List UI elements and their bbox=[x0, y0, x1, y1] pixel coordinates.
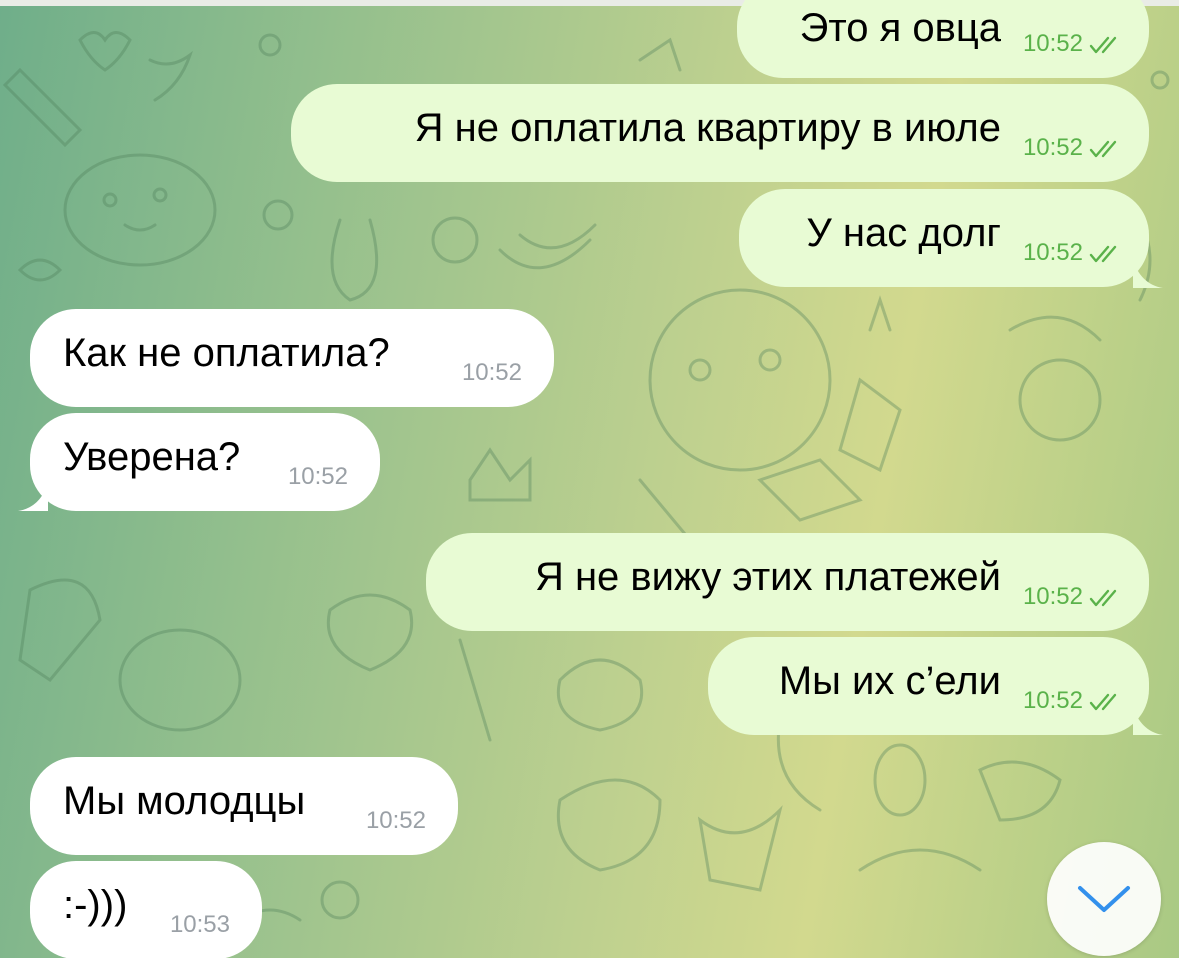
message-text: Это я овца bbox=[799, 6, 1001, 50]
message-time: 10:52 bbox=[287, 463, 348, 490]
read-check-icon bbox=[1089, 245, 1117, 262]
message-text: Я не вижу этих платежей bbox=[534, 555, 1001, 599]
read-check-icon bbox=[1089, 36, 1117, 53]
message-time: 10:52 bbox=[1022, 30, 1083, 57]
scroll-to-bottom-button[interactable] bbox=[1047, 842, 1161, 956]
message-meta: 10:52 bbox=[1023, 134, 1123, 162]
bubble-tail bbox=[1133, 258, 1163, 288]
message-text: У нас долг bbox=[806, 211, 1001, 255]
read-check-icon bbox=[1089, 589, 1117, 606]
message-time: 10:52 bbox=[1022, 134, 1083, 161]
read-check-icon bbox=[1089, 140, 1117, 157]
message-time: 10:52 bbox=[1022, 687, 1083, 714]
read-check-icon bbox=[1089, 693, 1117, 710]
message-text: Я не оплатила квартиру в июле bbox=[414, 106, 1001, 150]
message-bubble-outgoing[interactable]: У нас долг 10:52 bbox=[739, 189, 1149, 287]
message-meta: 10:52 bbox=[1023, 687, 1123, 715]
chat-area[interactable]: Это я овца 10:52 Я не оплатила квартиру … bbox=[0, 0, 1179, 958]
message-text: Уверена? bbox=[63, 435, 241, 479]
bubble-tail bbox=[18, 481, 48, 511]
message-time: 10:52 bbox=[461, 359, 522, 386]
message-text: :-))) bbox=[63, 883, 128, 927]
bubble-tail bbox=[1133, 705, 1163, 735]
message-time: 10:52 bbox=[1022, 239, 1083, 266]
message-bubble-incoming[interactable]: Уверена? 10:52 bbox=[30, 413, 380, 511]
message-bubble-outgoing[interactable]: Это я овца 10:52 bbox=[737, 0, 1149, 78]
message-time: 10:52 bbox=[1022, 583, 1083, 610]
message-bubble-outgoing[interactable]: Я не оплатила квартиру в июле 10:52 bbox=[291, 84, 1149, 182]
message-bubble-incoming[interactable]: Как не оплатила? 10:52 bbox=[30, 309, 554, 407]
message-bubble-incoming[interactable]: :-))) 10:53 bbox=[30, 861, 262, 958]
message-bubble-incoming[interactable]: Мы молодцы 10:52 bbox=[30, 757, 458, 855]
message-bubble-outgoing[interactable]: Мы их с’ели 10:52 bbox=[708, 637, 1149, 735]
message-meta: 10:52 bbox=[1023, 239, 1123, 267]
message-text: Мы молодцы bbox=[63, 779, 306, 823]
message-time: 10:52 bbox=[365, 807, 426, 834]
message-time: 10:53 bbox=[169, 911, 230, 938]
message-text: Как не оплатила? bbox=[63, 331, 390, 375]
message-text: Мы их с’ели bbox=[778, 659, 1001, 703]
chevron-down-icon bbox=[1078, 886, 1130, 912]
message-meta: 10:52 bbox=[1023, 30, 1123, 58]
message-bubble-outgoing[interactable]: Я не вижу этих платежей 10:52 bbox=[426, 533, 1149, 631]
message-meta: 10:52 bbox=[1023, 583, 1123, 611]
